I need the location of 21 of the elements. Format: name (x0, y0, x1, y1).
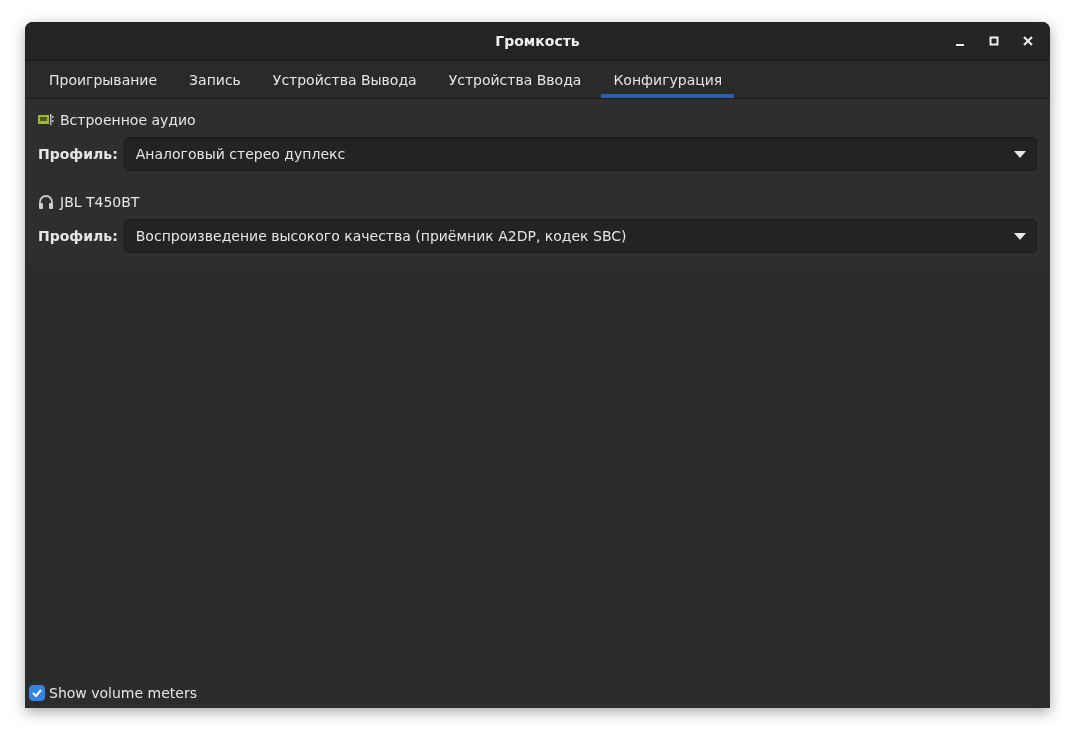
checkbox-label: Show volume meters (49, 685, 197, 701)
profile-dropdown[interactable]: Аналоговый стерео дуплекс (123, 137, 1037, 171)
window-title: Громкость (495, 33, 580, 49)
tab[interactable]: Устройства Вывода (260, 61, 429, 98)
sound-card-icon (38, 113, 54, 127)
device-name: Встроенное аудио (60, 112, 196, 128)
headphones-icon (38, 194, 54, 210)
caret-icon (1014, 232, 1026, 240)
profile-label: Профиль: (38, 228, 118, 244)
close-icon (1023, 36, 1033, 46)
tab[interactable]: Запись (177, 61, 253, 98)
tab[interactable]: Проигрывание (37, 61, 170, 98)
device-name: JBL T450BT (60, 194, 140, 210)
caret-icon (1014, 150, 1026, 158)
checkmark-icon (32, 689, 42, 697)
checkbox[interactable] (29, 685, 45, 701)
tab[interactable]: Устройства Ввода (436, 61, 594, 98)
profile-dropdown[interactable]: Воспроизведение высокого качества (приёмник A2DP, кодек SBC) (123, 219, 1037, 253)
maximize-icon (989, 36, 999, 46)
minimize-icon (956, 44, 964, 46)
profile-label: Профиль: (38, 146, 118, 162)
